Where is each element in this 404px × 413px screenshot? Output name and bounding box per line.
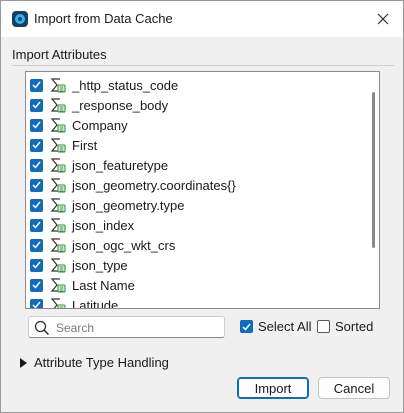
attribute-type-icon xyxy=(50,178,66,193)
item-checkbox[interactable] xyxy=(30,198,43,212)
attribute-type-icon xyxy=(50,98,66,113)
list-item[interactable]: json_ogc_wkt_crs xyxy=(30,235,360,255)
item-checkbox[interactable] xyxy=(30,258,43,272)
list-item[interactable]: json_type xyxy=(30,255,360,275)
list-item[interactable]: json_geometry.coordinates{} xyxy=(30,175,360,195)
import-button[interactable]: Import xyxy=(237,377,309,399)
item-checkbox[interactable] xyxy=(30,98,43,112)
list-item-label: Company xyxy=(72,117,128,133)
sorted-check xyxy=(317,320,330,333)
attribute-type-icon xyxy=(50,158,66,173)
list-item-label: First xyxy=(72,137,98,153)
item-checkbox[interactable] xyxy=(30,218,43,232)
group-divider xyxy=(12,65,394,66)
item-checkbox[interactable] xyxy=(30,138,43,152)
list-item[interactable]: First xyxy=(30,135,360,155)
select-all-checkbox[interactable]: Select All xyxy=(240,319,311,334)
cancel-button[interactable]: Cancel xyxy=(318,377,390,399)
item-checkbox[interactable] xyxy=(30,158,43,172)
attribute-type-icon xyxy=(50,298,66,308)
list-item-label: json_geometry.coordinates{} xyxy=(72,177,236,193)
import-dialog: Import from Data Cache Import Attributes… xyxy=(0,0,404,413)
list-item-label: json_type xyxy=(72,257,128,273)
item-checkbox[interactable] xyxy=(30,278,43,292)
attribute-type-icon xyxy=(50,198,66,213)
attribute-type-icon xyxy=(50,278,66,293)
list-item[interactable]: json_index xyxy=(30,215,360,235)
search-input[interactable] xyxy=(56,320,216,335)
close-button[interactable] xyxy=(371,8,395,30)
section-label: Attribute Type Handling xyxy=(34,355,169,370)
close-icon xyxy=(377,13,389,25)
list-item-label: Last Name xyxy=(72,277,135,293)
item-checkbox[interactable] xyxy=(30,298,43,308)
sorted-label: Sorted xyxy=(335,319,374,334)
attribute-type-icon xyxy=(50,118,66,133)
list-item-label: Latitude xyxy=(72,297,119,309)
select-all-label: Select All xyxy=(258,319,312,334)
triangle-right-icon xyxy=(20,357,27,368)
item-checkbox[interactable] xyxy=(30,178,43,192)
group-label: Import Attributes xyxy=(12,47,107,62)
attribute-list[interactable]: _http_status_code _response_body Company Fi… xyxy=(25,71,380,309)
attribute-type-icon xyxy=(50,238,66,253)
select-all-check xyxy=(240,320,253,333)
attribute-type-icon xyxy=(50,138,66,153)
list-item-label: json_ogc_wkt_crs xyxy=(72,237,176,253)
sorted-checkbox[interactable]: Sorted xyxy=(317,319,373,334)
list-item-label: json_geometry.type xyxy=(72,197,185,213)
list-item[interactable]: _http_status_code xyxy=(30,75,360,95)
list-item-label: json_featuretype xyxy=(72,157,169,173)
title-bar: Import from Data Cache xyxy=(1,1,403,37)
list-item[interactable]: Company xyxy=(30,115,360,135)
attribute-type-icon xyxy=(50,258,66,273)
list-item[interactable]: json_featuretype xyxy=(30,155,360,175)
list-item-label: _http_status_code xyxy=(72,77,179,93)
list-item[interactable]: Latitude xyxy=(30,295,360,309)
list-item[interactable]: json_geometry.type xyxy=(30,195,360,215)
window-title: Import from Data Cache xyxy=(34,11,173,26)
list-item-label: _response_body xyxy=(72,97,169,113)
app-icon xyxy=(12,11,28,27)
item-checkbox[interactable] xyxy=(30,78,43,92)
list-item[interactable]: _response_body xyxy=(30,95,360,115)
scrollbar-thumb[interactable] xyxy=(372,92,375,248)
attribute-type-icon xyxy=(50,218,66,233)
list-item-label: json_index xyxy=(72,217,135,233)
search-icon xyxy=(34,320,50,336)
list-item[interactable]: Last Name xyxy=(30,275,360,295)
attribute-type-icon xyxy=(50,78,66,93)
attribute-type-handling-toggle[interactable]: Attribute Type Handling xyxy=(20,355,169,370)
item-checkbox[interactable] xyxy=(30,238,43,252)
search-box[interactable] xyxy=(28,316,225,338)
item-checkbox[interactable] xyxy=(30,118,43,132)
